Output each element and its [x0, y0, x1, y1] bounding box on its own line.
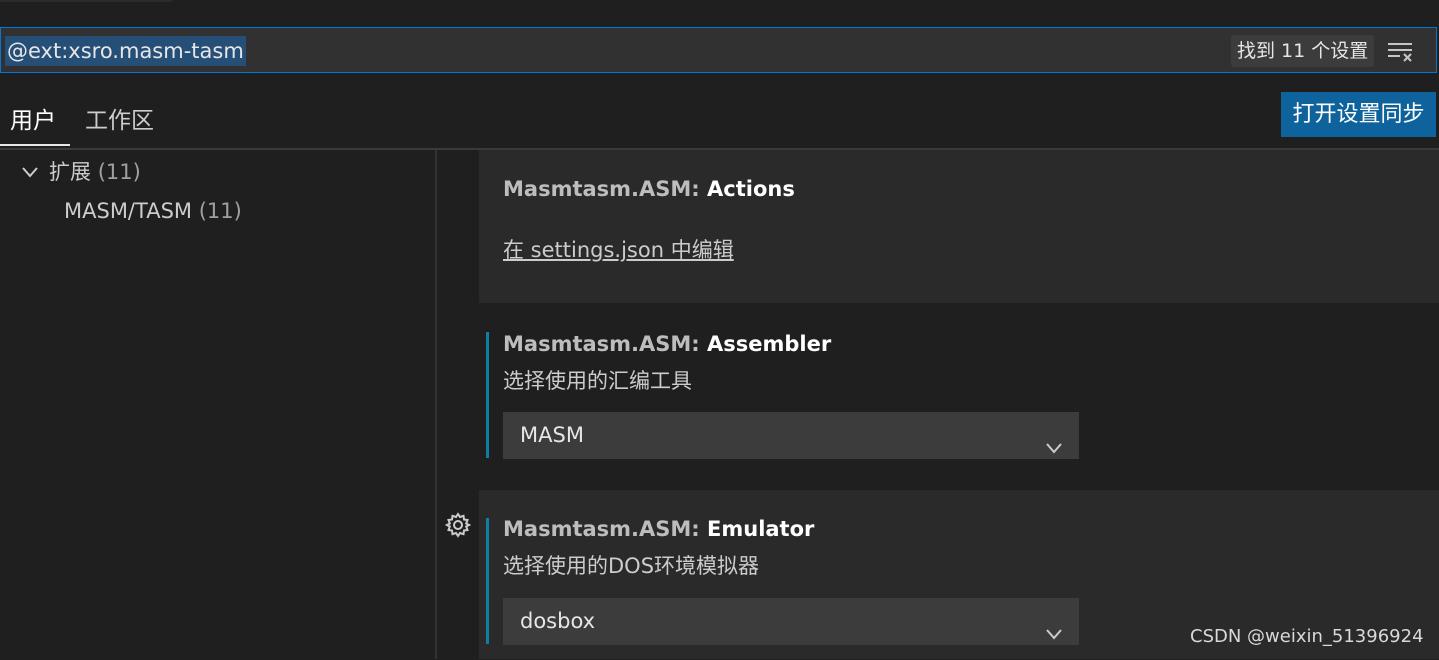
- setting-category: Masmtasm.ASM:: [503, 332, 708, 356]
- setting-key: Emulator: [707, 517, 815, 541]
- tree-item-masm-tasm[interactable]: MASM/TASM (11): [64, 194, 242, 228]
- chevron-down-icon[interactable]: [22, 164, 38, 180]
- editor-tab-strip: [0, 0, 1439, 26]
- setting-category: Masmtasm.ASM:: [503, 517, 708, 541]
- select-value: MASM: [520, 423, 584, 447]
- edit-in-settings-json-link[interactable]: 在 settings.json 中编辑: [503, 235, 734, 265]
- setting-description: 选择使用的DOS环境模拟器: [503, 554, 760, 578]
- tree-item-label: MASM/TASM: [64, 199, 193, 223]
- chevron-down-icon: [1045, 427, 1063, 454]
- watermark: CSDN @weixin_51396924: [1190, 626, 1424, 647]
- tab-workspace[interactable]: 工作区: [85, 100, 154, 146]
- assembler-select[interactable]: MASM: [503, 412, 1079, 459]
- turn-on-settings-sync-button[interactable]: 打开设置同步: [1281, 92, 1436, 137]
- editor-tab-indicator: [0, 0, 172, 2]
- tree-item-count: (11): [97, 160, 141, 184]
- setting-title: Masmtasm.ASM: Assembler: [503, 329, 831, 359]
- modified-indicator: [486, 332, 489, 458]
- modified-indicator: [486, 518, 489, 644]
- gear-icon[interactable]: [444, 512, 472, 538]
- setting-item-actions: [479, 150, 1439, 303]
- setting-title: Masmtasm.ASM: Actions: [503, 174, 795, 204]
- setting-description: 选择使用的汇编工具: [503, 369, 692, 393]
- setting-title: Masmtasm.ASM: Emulator: [503, 514, 814, 544]
- tree-item-label: 扩展: [49, 160, 91, 184]
- select-value: dosbox: [520, 609, 596, 633]
- tree-item-count: (11): [198, 199, 242, 223]
- clear-filter-icon[interactable]: [1385, 40, 1415, 64]
- tab-user[interactable]: 用户: [0, 100, 70, 146]
- setting-key: Actions: [707, 177, 795, 201]
- setting-category: Masmtasm.ASM:: [503, 177, 708, 201]
- result-count-badge: 找到 11 个设置: [1231, 35, 1375, 67]
- search-input[interactable]: @ext:xsro.masm-tasm: [5, 36, 246, 66]
- tree-item-extensions[interactable]: 扩展 (11): [49, 155, 141, 189]
- chevron-down-icon: [1045, 613, 1063, 640]
- settings-list: Masmtasm.ASM: Actions 在 settings.json 中编…: [437, 150, 1439, 659]
- settings-search-box[interactable]: @ext:xsro.masm-tasm 找到 11 个设置: [0, 27, 1437, 73]
- emulator-select[interactable]: dosbox: [503, 598, 1079, 645]
- setting-key: Assembler: [707, 332, 832, 356]
